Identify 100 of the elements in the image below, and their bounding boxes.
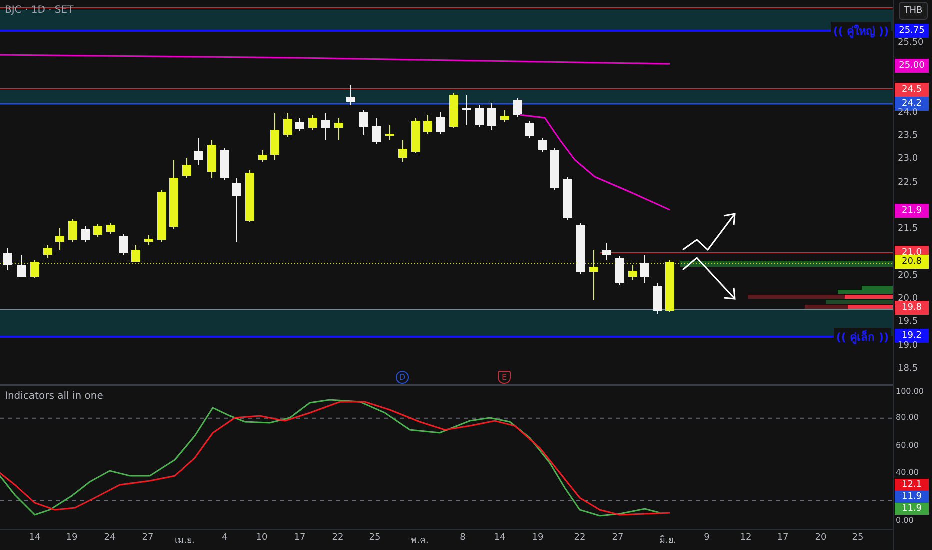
date-label: 14 xyxy=(494,533,506,543)
date-label: 19 xyxy=(66,533,78,543)
candle xyxy=(270,112,280,160)
candle xyxy=(82,226,90,242)
currency-button[interactable]: THB xyxy=(899,2,928,20)
date-label: 17 xyxy=(777,533,789,543)
candle xyxy=(462,94,472,126)
candle xyxy=(246,170,254,222)
date-label: 25 xyxy=(369,533,381,543)
candle xyxy=(436,112,446,134)
date-label: 17 xyxy=(294,533,306,543)
date-label: เม.ย. xyxy=(175,535,195,547)
candle xyxy=(68,218,78,242)
candle xyxy=(616,256,624,286)
candle xyxy=(30,260,40,278)
price-tick: 23.0 xyxy=(898,153,918,166)
candle xyxy=(308,114,318,130)
candle xyxy=(654,282,662,314)
price-badge: 19.8 xyxy=(895,301,929,316)
indicator-tick: 60.00 xyxy=(896,440,919,451)
candle xyxy=(44,244,52,258)
indicator-tick: 80.00 xyxy=(896,413,919,424)
candle xyxy=(398,140,408,162)
date-label: 12 xyxy=(740,533,752,543)
candle xyxy=(360,110,368,136)
price-badge: 25.00 xyxy=(895,59,929,74)
candle xyxy=(208,140,216,178)
candle xyxy=(628,264,638,280)
candle xyxy=(120,234,128,256)
price-badge: 25.75 xyxy=(895,24,929,38)
indicator-badge: 11.9 xyxy=(895,491,929,503)
price-tick: 19.5 xyxy=(898,316,918,330)
date-label: 25 xyxy=(852,533,864,543)
date-label: 4 xyxy=(222,533,228,543)
candle xyxy=(4,248,12,270)
date-label: 24 xyxy=(104,533,116,543)
candle xyxy=(526,120,534,138)
candle xyxy=(296,118,304,132)
candle xyxy=(194,138,204,166)
symbol-label: BJC · 1D · SET xyxy=(5,5,74,16)
up-arrow-drawing xyxy=(682,213,736,252)
indicator-tick: 0.00 xyxy=(896,516,914,526)
date-label: 20 xyxy=(815,533,827,543)
date-label: พ.ค. xyxy=(411,535,429,547)
price-badge: 24.5 xyxy=(895,82,929,97)
price-badge: 20.8 xyxy=(895,254,929,269)
earnings-marker[interactable]: E xyxy=(498,371,511,384)
price-tick: 20.5 xyxy=(898,270,918,283)
date-label: 10 xyxy=(256,533,268,543)
candle xyxy=(500,110,510,122)
dividend-marker[interactable]: D xyxy=(396,371,409,384)
candle xyxy=(514,98,522,118)
date-label: 8 xyxy=(460,533,466,543)
date-label: 14 xyxy=(29,533,41,543)
candle xyxy=(550,148,560,190)
candle xyxy=(640,254,650,284)
candle xyxy=(182,158,192,178)
indicator-tick: 100.00 xyxy=(896,387,924,397)
date-label: 27 xyxy=(612,533,624,543)
indicator-tick: 40.00 xyxy=(896,468,919,478)
candle xyxy=(372,118,382,144)
candle xyxy=(386,124,394,140)
candle xyxy=(144,234,154,246)
candle xyxy=(450,92,458,128)
candle xyxy=(258,150,268,162)
candle xyxy=(476,104,484,128)
price-tick: 21.5 xyxy=(898,223,918,236)
candle xyxy=(602,242,612,260)
candle xyxy=(284,112,292,138)
candle xyxy=(538,138,548,152)
down-arrow-drawing xyxy=(682,256,736,300)
price-tick: 18.5 xyxy=(898,362,918,376)
date-label: 19 xyxy=(532,533,544,543)
date-label: 27 xyxy=(142,533,154,543)
price-tick: 25.50 xyxy=(898,37,924,50)
candle xyxy=(132,244,140,262)
candle xyxy=(18,254,26,278)
date-label: มิ.ย. xyxy=(660,534,676,547)
candle xyxy=(334,118,344,140)
candle xyxy=(564,176,572,220)
candle xyxy=(232,178,242,242)
price-badge: 21.9 xyxy=(895,204,929,218)
candle xyxy=(590,250,598,300)
zone-label: (( คู่ใหญ่ )) xyxy=(831,22,891,40)
date-label: 22 xyxy=(332,533,344,543)
candle xyxy=(220,148,230,180)
candle xyxy=(412,118,420,154)
candle xyxy=(488,102,496,130)
candle xyxy=(666,260,674,312)
date-label: 9 xyxy=(704,533,710,543)
candle xyxy=(170,160,178,230)
candle xyxy=(56,228,64,250)
candle xyxy=(158,190,166,242)
candle xyxy=(346,84,356,106)
candle xyxy=(322,112,330,140)
indicator-badge: 12.1 xyxy=(895,479,929,491)
price-tick: 22.5 xyxy=(898,176,918,190)
zone-label: (( คู่เล็ก )) xyxy=(834,328,891,346)
indicator-title: Indicators all in one xyxy=(5,391,104,402)
candle xyxy=(576,222,586,274)
